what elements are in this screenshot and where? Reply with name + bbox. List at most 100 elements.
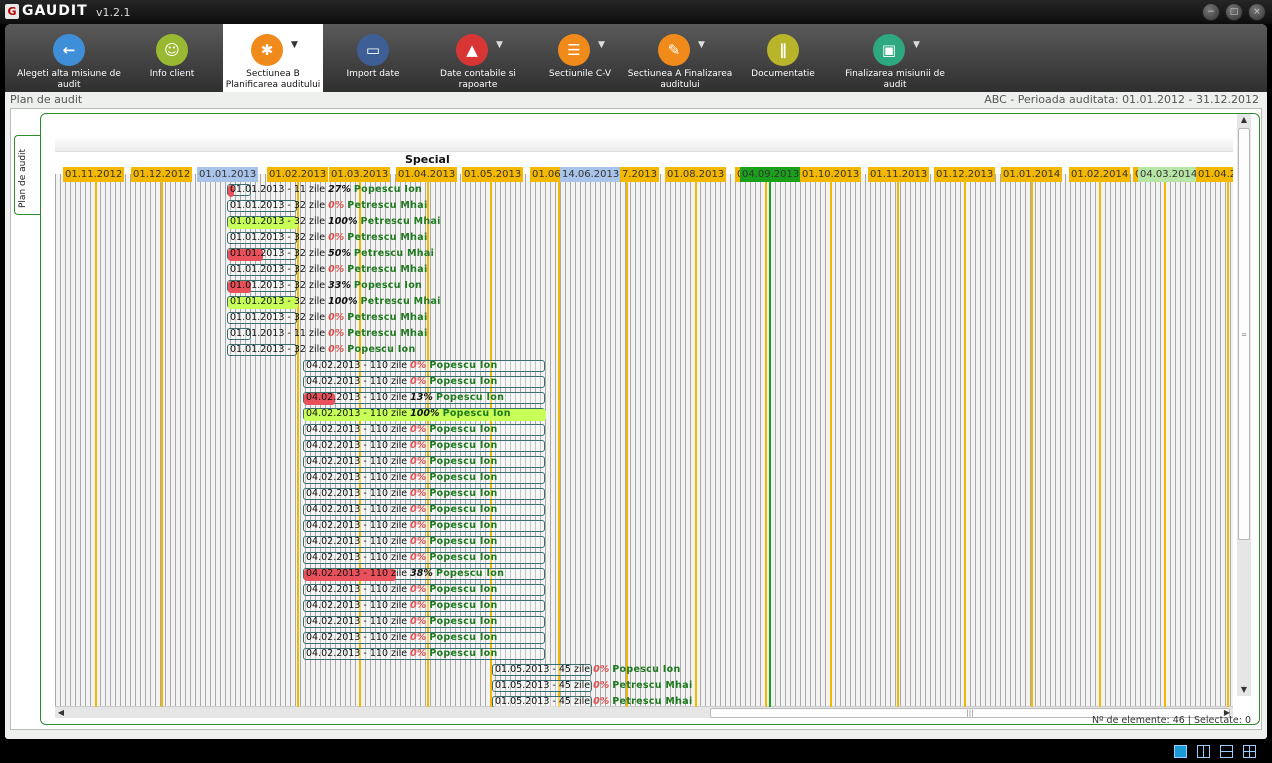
task-label: 01.01.2013 - 32 zile 0% Petrescu Mhai	[230, 312, 428, 324]
task-start: 04.02.2013	[306, 456, 361, 467]
task-owner: Popescu Ion	[429, 632, 498, 643]
task-owner: Popescu Ion	[429, 536, 498, 547]
toolbar-label: Alegeti alta misiune de audit	[17, 69, 121, 90]
toolbar-label: Sectiunea B Planificarea auditului	[225, 69, 321, 90]
minimize-icon[interactable]: −	[1202, 3, 1220, 21]
toolbar-button-6[interactable]: ✎ Sectiunea A Finalizarea auditului ▼	[627, 24, 733, 92]
task-percent: 0%	[328, 312, 345, 323]
task-sep: -	[360, 392, 370, 403]
task-owner: Popescu Ion	[429, 552, 498, 563]
toolbar-button-7[interactable]: ∥ Documentatie	[735, 24, 831, 92]
task-label: 01.05.2013 - 45 zile 0% Petrescu Mhai	[495, 680, 693, 692]
task-sep: -	[360, 408, 370, 419]
chevron-down-icon[interactable]: ▼	[291, 40, 298, 51]
title-bar: G GAUDIT v1.2.1 − □ ×	[0, 0, 1272, 24]
task-days-suffix: zile	[388, 584, 411, 595]
task-label: 04.02.2013 - 110 zile 0% Popescu Ion	[306, 648, 498, 660]
tab-label: Plan de audit	[18, 148, 28, 208]
month-header: 01.04.201	[1196, 167, 1233, 182]
task-days: 32	[293, 232, 306, 243]
task-percent: 0%	[410, 440, 427, 451]
month-divider	[769, 182, 771, 707]
task-sep: -	[549, 680, 559, 691]
task-owner: Popescu Ion	[429, 456, 498, 467]
single-view-icon[interactable]	[1174, 745, 1187, 758]
task-owner: Petrescu Mhai	[347, 232, 428, 243]
vertical-scroll-thumb[interactable]: =	[1238, 128, 1250, 540]
task-sep: -	[360, 440, 370, 451]
task-days: 110	[369, 440, 389, 451]
task-sep: -	[360, 520, 370, 531]
task-start: 01.05.2013	[495, 696, 550, 707]
toolbar-button-4[interactable]: ▲ Date contabile si rapoarte ▼	[423, 24, 533, 92]
close-icon[interactable]: ×	[1248, 3, 1266, 21]
month-divider	[161, 182, 163, 707]
breadcrumb: Plan de audit	[10, 93, 83, 106]
chevron-down-icon[interactable]: ▼	[598, 40, 605, 51]
task-start: 04.02.2013	[306, 392, 361, 403]
task-owner: Petrescu Mhai	[360, 296, 441, 307]
task-days-suffix: zile	[305, 280, 329, 291]
task-start: 04.02.2013	[306, 504, 361, 515]
month-divider	[1227, 182, 1229, 707]
task-percent: 0%	[328, 264, 345, 275]
task-owner: Popescu Ion	[429, 488, 498, 499]
task-days: 110	[369, 584, 389, 595]
toolbar-button-0[interactable]: ← Alegeti alta misiune de audit	[15, 24, 123, 92]
task-days: 32	[293, 264, 306, 275]
task-owner: Popescu Ion	[429, 424, 498, 435]
task-start: 01.01.2013	[230, 200, 285, 211]
task-sep: -	[360, 504, 370, 515]
task-days: 110	[369, 472, 389, 483]
chevron-down-icon[interactable]: ▼	[496, 40, 503, 51]
chevron-down-icon[interactable]: ▼	[913, 40, 920, 51]
task-owner: Petrescu Mhai	[612, 696, 693, 707]
task-percent: 0%	[410, 520, 427, 531]
toolbar-button-3[interactable]: ▭ Import date	[330, 24, 416, 92]
task-days: 45	[558, 680, 571, 691]
task-start: 04.02.2013	[306, 552, 361, 563]
split-vertical-icon[interactable]	[1197, 745, 1210, 758]
task-percent: 0%	[410, 472, 427, 483]
task-start: 01.01.2013	[230, 280, 285, 291]
task-sep: -	[360, 584, 370, 595]
split-horizontal-icon[interactable]	[1220, 745, 1233, 758]
month-header: 01.11.2012	[63, 167, 125, 182]
task-days-suffix: zile	[305, 264, 329, 275]
task-days: 110	[369, 568, 389, 579]
task-percent: 0%	[410, 584, 427, 595]
task-sep: -	[284, 264, 294, 275]
task-percent: 0%	[593, 696, 610, 707]
task-days-suffix: zile	[305, 328, 329, 339]
task-owner: Popescu Ion	[435, 392, 505, 403]
toolbar-button-2[interactable]: ✱ Sectiunea B Planificarea auditului ▼	[223, 24, 323, 92]
month-divider	[765, 182, 767, 707]
scroll-down-icon[interactable]: ▼	[1238, 684, 1250, 696]
tab-plan-de-audit[interactable]: Plan de audit	[14, 135, 40, 215]
task-sep: -	[360, 568, 370, 579]
task-label: 04.02.2013 - 110 zile 0% Popescu Ion	[306, 456, 498, 468]
month-header: 01.12.2013	[934, 167, 996, 182]
task-label: 01.01.2013 - 32 zile 0% Popescu Ion	[230, 344, 416, 356]
vertical-scrollbar[interactable]: ▲ = ▼	[1237, 114, 1251, 696]
toolbar-button-8[interactable]: ▣ Finalizarea misiunii de audit ▼	[835, 24, 955, 92]
task-days-suffix: zile	[388, 456, 411, 467]
maximize-icon[interactable]: □	[1225, 3, 1243, 21]
toolbar-button-1[interactable]: ☺ Info client	[133, 24, 211, 92]
month-header: 01.02.2013	[267, 167, 329, 182]
task-label: 01.01.2013 - 32 zile 0% Petrescu Mhai	[230, 232, 428, 244]
task-label: 04.02.2013 - 110 zile 100% Popescu Ion	[306, 408, 511, 420]
task-days-suffix: zile	[388, 424, 411, 435]
books-icon: ∥	[767, 34, 799, 66]
task-percent: 38%	[410, 568, 433, 579]
scroll-up-icon[interactable]: ▲	[1238, 114, 1250, 126]
gantt-timeline[interactable]: Special 01.11.2012 01.12.2012 01.01.2013 01…	[55, 136, 1233, 707]
month-divider	[964, 182, 966, 707]
toolbar-button-5[interactable]: ☰ Sectiunile C-V ▼	[535, 24, 625, 92]
task-days-suffix: zile	[388, 440, 411, 451]
grid-view-icon[interactable]	[1243, 745, 1256, 758]
chevron-down-icon[interactable]: ▼	[698, 40, 705, 51]
task-owner: Popescu Ion	[442, 408, 511, 419]
task-owner: Popescu Ion	[429, 504, 498, 515]
month-header: 01.02.2014	[1069, 167, 1131, 182]
